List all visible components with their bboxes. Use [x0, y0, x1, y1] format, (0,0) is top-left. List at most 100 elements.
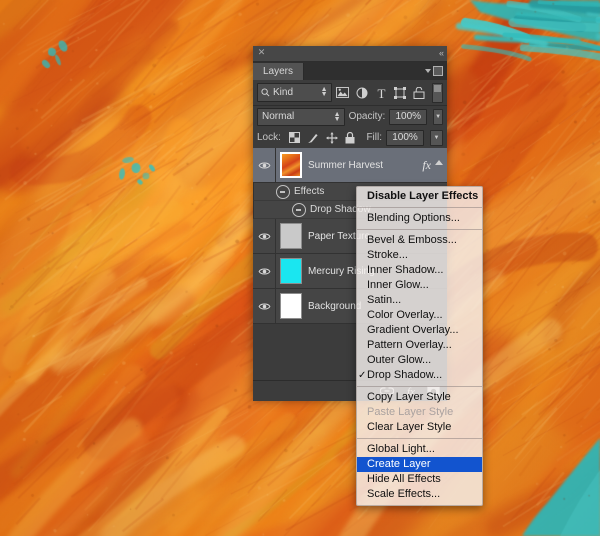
layer-name: Summer Harvest — [308, 159, 384, 171]
menu-item[interactable]: Pattern Overlay... — [357, 338, 482, 353]
menu-item[interactable]: Clear Layer Style — [357, 420, 482, 435]
layer-visibility-toggle[interactable] — [253, 148, 276, 182]
blend-mode-row: Normal ▲ ▼ Opacity: 100% ▼ — [253, 106, 447, 127]
menu-item[interactable]: Gradient Overlay... — [357, 323, 482, 338]
menu-item-label: Color Overlay... — [367, 309, 443, 321]
layer-fx-icon[interactable]: fx — [422, 158, 431, 173]
menu-item-label: Drop Shadow... — [367, 369, 443, 381]
menu-item[interactable]: Bevel & Emboss... — [357, 233, 482, 248]
panel-tab-row: Layers — [253, 62, 447, 80]
visibility-icon[interactable] — [258, 302, 271, 311]
adjustment-filter-icon[interactable] — [354, 84, 370, 102]
menu-separator — [357, 229, 482, 230]
opacity-stepper[interactable]: ▼ — [433, 108, 443, 125]
blend-mode-value: Normal — [262, 111, 295, 122]
menu-item-label: Inner Shadow... — [367, 264, 444, 276]
menu-item-label: Copy Layer Style — [367, 391, 451, 403]
lock-all-icon[interactable] — [345, 131, 355, 144]
menu-separator — [357, 386, 482, 387]
effect-name: Effects — [294, 186, 325, 197]
layer-thumbnail[interactable] — [280, 293, 302, 319]
layer-effects-context-menu: Disable Layer Effects Blending Options...… — [356, 186, 483, 506]
layer-name: Background — [308, 300, 362, 312]
menu-item-label: Pattern Overlay... — [367, 339, 452, 351]
layer-row[interactable]: Summer Harvest fx — [253, 148, 447, 183]
lock-position-icon[interactable] — [325, 131, 338, 144]
menu-item[interactable]: Copy Layer Style — [357, 390, 482, 405]
layer-visibility-toggle[interactable] — [253, 289, 276, 323]
close-icon[interactable]: ✕ — [257, 48, 266, 57]
menu-item-label: Hide All Effects — [367, 473, 441, 485]
layer-visibility-toggle[interactable] — [253, 219, 276, 253]
menu-item[interactable]: Inner Glow... — [357, 278, 482, 293]
filter-kind-label: Kind — [273, 87, 294, 98]
menu-item[interactable]: Satin... — [357, 293, 482, 308]
menu-item[interactable]: Hide All Effects — [357, 472, 482, 487]
checkmark-icon: ✓ — [358, 370, 367, 381]
lock-transparent-icon[interactable] — [288, 132, 300, 143]
visibility-icon[interactable] — [258, 161, 271, 170]
chevron-updown-icon: ▲ ▼ — [320, 86, 328, 98]
type-filter-icon[interactable]: T — [373, 84, 389, 102]
panel-menu-group[interactable] — [425, 66, 443, 76]
lock-label: Lock: — [257, 132, 281, 143]
menu-item[interactable]: Blending Options... — [357, 211, 482, 226]
menu-item[interactable]: Stroke... — [357, 248, 482, 263]
layer-thumbnail[interactable] — [280, 258, 302, 284]
filter-kind-select[interactable]: Kind ▲ ▼ — [257, 83, 332, 102]
lock-image-icon[interactable] — [307, 132, 319, 144]
fill-stepper[interactable]: ▼ — [430, 129, 443, 146]
menu-item[interactable]: Disable Layer Effects — [357, 189, 482, 204]
expand-effects-chevron-icon[interactable] — [435, 160, 443, 165]
chevron-updown-icon: ▲ ▼ — [333, 110, 341, 123]
effect-visibility-icon[interactable] — [276, 184, 290, 199]
menu-item-label: Bevel & Emboss... — [367, 234, 457, 246]
menu-item-label: Global Light... — [367, 443, 435, 455]
layer-filter-row: Kind ▲ ▼ T — [253, 80, 447, 106]
opacity-value[interactable]: 100% — [389, 108, 428, 125]
layer-thumbnail[interactable] — [280, 152, 302, 178]
smartobject-filter-icon[interactable] — [411, 84, 427, 102]
menu-item-label: Gradient Overlay... — [367, 324, 459, 336]
menu-item-label: Scale Effects... — [367, 488, 441, 500]
effect-visibility-icon[interactable] — [292, 202, 306, 217]
collapse-icon[interactable]: « — [439, 48, 444, 58]
filter-enable-toggle[interactable] — [432, 82, 443, 103]
layer-visibility-toggle[interactable] — [253, 254, 276, 288]
tab-layers[interactable]: Layers — [253, 63, 305, 80]
menu-item-label: Outer Glow... — [367, 354, 432, 366]
shape-filter-icon[interactable] — [392, 84, 408, 102]
blend-mode-select[interactable]: Normal ▲ ▼ — [257, 107, 345, 126]
menu-separator — [357, 438, 482, 439]
menu-item-label: Blending Options... — [367, 212, 460, 224]
menu-item[interactable]: Inner Shadow... — [357, 263, 482, 278]
menu-item[interactable]: ✓Drop Shadow... — [357, 368, 482, 383]
layer-thumbnail[interactable] — [280, 223, 302, 249]
menu-separator — [357, 207, 482, 208]
search-icon — [261, 88, 270, 97]
menu-item[interactable]: Outer Glow... — [357, 353, 482, 368]
menu-item-label: Paste Layer Style — [367, 406, 454, 418]
fill-label: Fill: — [366, 132, 382, 143]
svg-text:T: T — [377, 87, 385, 99]
menu-item: Paste Layer Style — [357, 405, 482, 420]
menu-item-label: Inner Glow... — [367, 279, 429, 291]
menu-item-label: Satin... — [367, 294, 402, 306]
opacity-label: Opacity: — [348, 111, 386, 122]
menu-item[interactable]: Scale Effects... — [357, 487, 482, 502]
menu-item-label: Stroke... — [367, 249, 408, 261]
visibility-icon[interactable] — [258, 267, 271, 276]
panel-menu-icon[interactable] — [425, 69, 431, 73]
menu-item-label: Disable Layer Effects — [367, 190, 479, 202]
menu-item-label: Clear Layer Style — [367, 421, 452, 433]
panel-titlebar: ✕ « — [253, 46, 447, 62]
menu-item[interactable]: Color Overlay... — [357, 308, 482, 323]
menu-item-label: Create Layer — [367, 458, 431, 470]
visibility-icon[interactable] — [258, 232, 271, 241]
menu-item[interactable]: Create Layer — [357, 457, 482, 472]
image-filter-icon[interactable] — [335, 84, 351, 102]
menu-item[interactable]: Global Light... — [357, 442, 482, 457]
panel-dock-icon[interactable] — [433, 66, 443, 76]
fill-value[interactable]: 100% — [386, 129, 424, 146]
lock-row: Lock: Fill: 100% ▼ — [253, 127, 447, 148]
